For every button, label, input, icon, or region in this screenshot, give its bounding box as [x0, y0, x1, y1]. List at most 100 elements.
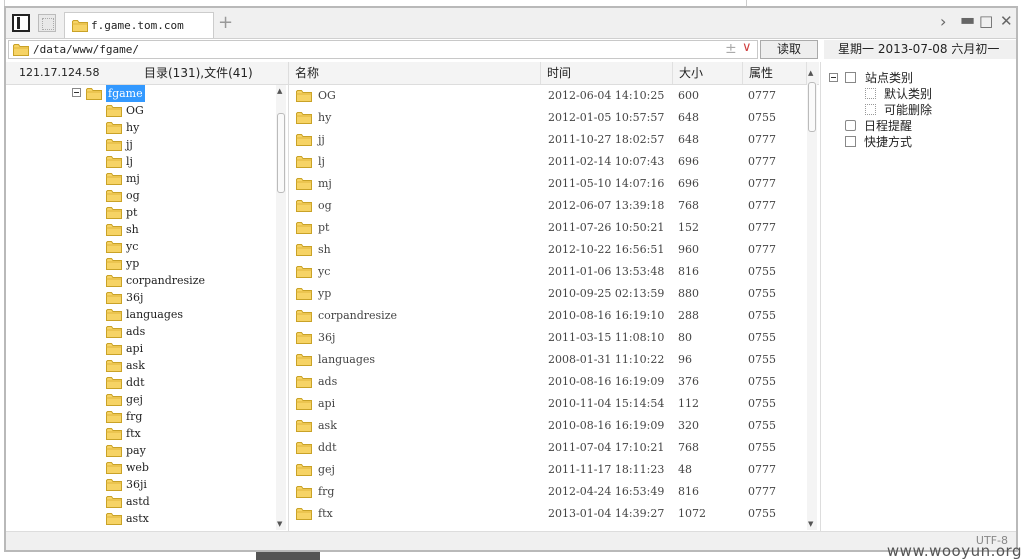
table-row[interactable]: api 2010-11-04 15:14:54 112 0755: [289, 393, 807, 415]
sidebar-toggle-button[interactable]: [12, 14, 30, 32]
collapse-icon[interactable]: [72, 88, 81, 97]
folder-icon: [296, 441, 312, 454]
scrollbar-thumb[interactable]: [808, 82, 816, 132]
tree-item-label: pt: [126, 206, 138, 219]
table-row[interactable]: jj 2011-10-27 18:02:57 648 0777: [289, 129, 807, 151]
table-row[interactable]: ddt 2011-07-04 17:10:21 768 0755: [289, 437, 807, 459]
file-size: 648: [678, 133, 699, 146]
table-row[interactable]: ftx 2013-01-04 14:39:27 1072 0755: [289, 503, 807, 525]
table-row[interactable]: OG 2012-06-04 14:10:25 600 0777: [289, 85, 807, 107]
file-list-scrollbar[interactable]: ▲ ▼: [807, 68, 817, 530]
column-time[interactable]: 时间: [541, 62, 673, 84]
clock-icon: [845, 120, 856, 131]
folder-icon: [296, 243, 312, 256]
scroll-down-icon[interactable]: ▼: [808, 520, 813, 528]
table-row[interactable]: corpandresize 2010-08-16 16:19:10 288 0755: [289, 305, 807, 327]
maybe-delete-label: 可能删除: [884, 103, 933, 117]
folder-icon: [296, 331, 312, 344]
table-row[interactable]: ads 2010-08-16 16:19:09 376 0755: [289, 371, 807, 393]
file-attr: 0755: [748, 353, 776, 366]
new-tab-icon[interactable]: +: [218, 13, 233, 33]
file-name: mj: [318, 177, 332, 190]
file-attr: 0777: [748, 177, 776, 190]
file-time: 2008-01-31 11:10:22: [548, 353, 665, 366]
file-size: 376: [678, 375, 699, 388]
folder-icon: [106, 495, 122, 508]
default-category-label: 默认类别: [884, 87, 933, 101]
tree-scrollbar[interactable]: ▲ ▼: [276, 85, 286, 530]
table-row[interactable]: gej 2011-11-17 18:11:23 48 0777: [289, 459, 807, 481]
scrollbar-thumb[interactable]: [277, 113, 285, 193]
folder-icon: [106, 444, 122, 457]
file-time: 2012-10-22 16:56:51: [548, 243, 665, 256]
table-row[interactable]: og 2012-06-07 13:39:18 768 0777: [289, 195, 807, 217]
folder-icon: [106, 121, 122, 134]
category-icon: [845, 72, 856, 83]
folder-icon: [106, 104, 122, 117]
folder-icon: [106, 257, 122, 270]
folder-icon: [106, 172, 122, 185]
file-size: 80: [678, 331, 692, 344]
chevron-down-icon[interactable]: ∨: [742, 40, 752, 55]
file-attr: 0755: [748, 309, 776, 322]
tree-item-label: sh: [126, 223, 139, 236]
collapse-icon[interactable]: [829, 73, 838, 82]
file-attr: 0755: [748, 441, 776, 454]
scroll-down-icon[interactable]: ▼: [277, 520, 282, 528]
table-row[interactable]: yp 2010-09-25 02:13:59 880 0755: [289, 283, 807, 305]
scroll-up-icon[interactable]: ▲: [808, 69, 813, 77]
folder-icon: [106, 240, 122, 253]
column-size[interactable]: 大小: [673, 62, 743, 84]
table-row[interactable]: languages 2008-01-31 11:10:22 96 0755: [289, 349, 807, 371]
file-name: hy: [318, 111, 332, 124]
maximize-icon[interactable]: □: [979, 11, 993, 31]
file-time: 2010-11-04 15:14:54: [548, 397, 665, 410]
file-name: ddt: [318, 441, 337, 454]
folder-icon: [296, 397, 312, 410]
tab-current[interactable]: f.game.tom.com: [64, 12, 214, 38]
tree-item-label: og: [126, 189, 140, 202]
plus-icon[interactable]: ±: [725, 41, 737, 57]
file-name: sh: [318, 243, 331, 256]
close-icon[interactable]: ✕: [1000, 11, 1013, 31]
file-time: 2012-06-04 14:10:25: [548, 89, 665, 102]
table-row[interactable]: hy 2012-01-05 10:57:57 648 0755: [289, 107, 807, 129]
folder-icon: [296, 177, 312, 190]
file-attr: 0777: [748, 199, 776, 212]
file-size: 320: [678, 419, 699, 432]
tree-item-label: ask: [126, 359, 145, 372]
file-size: 1072: [678, 507, 706, 520]
scroll-up-icon[interactable]: ▲: [277, 87, 282, 95]
file-name: ftx: [318, 507, 333, 520]
file-time: 2012-01-05 10:57:57: [548, 111, 665, 124]
file-time: 2013-01-04 14:39:27: [548, 507, 665, 520]
file-attr: 0777: [748, 463, 776, 476]
table-row[interactable]: sh 2012-10-22 16:56:51 960 0777: [289, 239, 807, 261]
minimize-icon[interactable]: ▬: [960, 10, 975, 30]
shortcut-label: 快捷方式: [864, 135, 913, 149]
file-time: 2011-07-26 10:50:21: [548, 221, 665, 234]
file-size: 768: [678, 441, 699, 454]
table-row[interactable]: 36j 2011-03-15 11:08:10 80 0755: [289, 327, 807, 349]
file-size: 48: [678, 463, 692, 476]
chevron-right-icon[interactable]: ›: [940, 12, 946, 32]
table-row[interactable]: mj 2011-05-10 14:07:16 696 0777: [289, 173, 807, 195]
column-attr[interactable]: 属性: [743, 62, 807, 84]
table-row[interactable]: frg 2012-04-24 16:53:49 816 0777: [289, 481, 807, 503]
table-row[interactable]: yc 2011-01-06 13:53:48 816 0755: [289, 261, 807, 283]
blank-tab-button[interactable]: [38, 14, 56, 32]
tab-bar: f.game.tom.com + › ▬ □ ✕: [6, 8, 1016, 39]
path-input[interactable]: /data/www/fgame/ ± ∨: [8, 40, 758, 59]
table-row[interactable]: pt 2011-07-26 10:50:21 152 0777: [289, 217, 807, 239]
file-name: og: [318, 199, 332, 212]
read-button[interactable]: 读取: [760, 40, 818, 59]
folder-icon: [106, 393, 122, 406]
file-attr: 0777: [748, 155, 776, 168]
watermark: www.wooyun.org: [886, 542, 1022, 560]
column-name[interactable]: 名称: [289, 62, 541, 84]
file-size: 96: [678, 353, 692, 366]
table-row[interactable]: lj 2011-02-14 10:07:43 696 0777: [289, 151, 807, 173]
file-attr: 0755: [748, 265, 776, 278]
table-row[interactable]: ask 2010-08-16 16:19:09 320 0755: [289, 415, 807, 437]
file-time: 2011-10-27 18:02:57: [548, 133, 665, 146]
